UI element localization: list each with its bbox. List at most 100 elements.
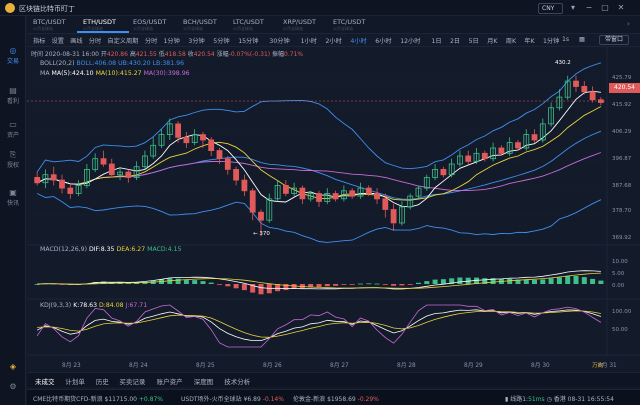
interval-label[interactable]: 1s bbox=[562, 36, 569, 43]
sidebar-item-auth[interactable]: ⎘ 授权 bbox=[0, 150, 26, 172]
toolbar-item[interactable]: 2小时 bbox=[326, 36, 342, 45]
toolbar-item[interactable]: 画线 bbox=[70, 36, 82, 45]
toolbar-item[interactable]: 1日 bbox=[431, 36, 441, 45]
ma5-line bbox=[36, 90, 601, 208]
ticker-change: -0.29% bbox=[357, 396, 379, 403]
toolbar-item[interactable]: 1分钟 bbox=[164, 36, 180, 45]
minimize-icon[interactable]: − bbox=[584, 3, 594, 13]
chevron-right-icon[interactable]: › bbox=[627, 20, 630, 28]
currency-select[interactable]: CNY bbox=[538, 3, 563, 14]
pair-tab-etc[interactable]: ETC/USDT 火币全球站 bbox=[327, 17, 379, 33]
candle-body bbox=[50, 174, 57, 181]
boll-mid: BOLL:406.08 bbox=[76, 60, 117, 67]
toolbar-item[interactable]: 15分钟 bbox=[238, 36, 258, 45]
toolbar-item[interactable]: 自定义周期 bbox=[107, 36, 138, 45]
candle-body bbox=[249, 190, 256, 213]
toolbar-item[interactable]: 5日 bbox=[469, 36, 479, 45]
layout-icon[interactable]: ▦ bbox=[579, 36, 585, 43]
bottom-tab[interactable]: 历史 bbox=[96, 376, 109, 386]
pair-tab-ltc[interactable]: LTC/USDT 火币全球站 bbox=[227, 17, 279, 33]
sidebar-item-asset[interactable]: ▭ 资产 bbox=[0, 120, 26, 142]
bottom-tab[interactable]: 未成交 bbox=[35, 376, 55, 386]
bottom-tab[interactable]: 账户资产 bbox=[157, 376, 183, 386]
ma30-line bbox=[36, 152, 602, 192]
kline-chart[interactable] bbox=[27, 47, 640, 369]
info-high: 421.55 bbox=[135, 51, 157, 58]
ma30-value: MA(30):398.96 bbox=[143, 70, 190, 77]
pair-tab-eos[interactable]: EOS/USDT 火币全球站 bbox=[127, 17, 179, 33]
bottom-tabs: 未成交 计划单 历史 买卖记录 账户资产 深度图 技术分析 bbox=[27, 372, 640, 387]
toolbar-item[interactable]: 1小时 bbox=[301, 36, 317, 45]
macd-bar bbox=[324, 284, 330, 287]
k-value: K:78.63 bbox=[73, 302, 98, 309]
close-icon[interactable]: ✕ bbox=[616, 3, 626, 13]
candle-body bbox=[175, 123, 182, 138]
candle-body bbox=[67, 187, 74, 194]
toolbar-item[interactable]: 2日 bbox=[450, 36, 460, 45]
pair-tab-btc[interactable]: BTC/USDT 火币全球站 bbox=[27, 17, 79, 33]
bottom-tab[interactable]: 技术分析 bbox=[224, 376, 250, 386]
draw-window-button[interactable]: 带窗口 bbox=[599, 35, 629, 45]
toolbar-item[interactable]: 分时 bbox=[89, 36, 101, 45]
toolbar-item[interactable]: 6小时 bbox=[375, 36, 391, 45]
kdj-tick: 50.00 bbox=[612, 327, 628, 333]
macd-bar bbox=[382, 284, 388, 285]
macd-bar bbox=[540, 279, 546, 284]
macd-bar bbox=[424, 281, 430, 284]
toolbar-item[interactable]: 3分钟 bbox=[188, 36, 204, 45]
x-tick: 8月 25 bbox=[196, 363, 215, 369]
j-line bbox=[36, 304, 602, 348]
pair-tabs: BTC/USDT 火币全球站 ETH/USDT 火币全球站 EOS/USDT 火币全球站 B… bbox=[27, 16, 640, 34]
y-tick: 406.29 bbox=[612, 129, 632, 135]
toolbar-item[interactable]: 1分钟 bbox=[543, 36, 559, 45]
maximize-icon[interactable]: ▢ bbox=[600, 3, 610, 13]
toolbar-item[interactable]: 30分钟 bbox=[269, 36, 289, 45]
bottom-tab[interactable]: 买卖记录 bbox=[119, 376, 145, 386]
bottom-tab[interactable]: 深度图 bbox=[194, 376, 214, 386]
alert-icon[interactable]: ◈ bbox=[0, 362, 26, 376]
y-tick: 369.92 bbox=[612, 235, 632, 241]
toolbar-item[interactable]: 月K bbox=[487, 36, 497, 45]
pair-tab-bch[interactable]: BCH/USDT 火币全球站 bbox=[177, 17, 229, 33]
ma-label: MA bbox=[40, 70, 50, 77]
toolbar-item[interactable]: 年K bbox=[524, 36, 534, 45]
app-window: 区块链比特币盯丁 CNY ▾ − ▢ ✕ ◎ 交易 ▤ 看利 ▭ 资产 ⎘ 授权… bbox=[0, 0, 640, 405]
title-bar: 区块链比特币盯丁 CNY ▾ − ▢ ✕ bbox=[0, 0, 640, 16]
sidebar-item-news[interactable]: ▣ 快讯 bbox=[0, 188, 26, 210]
candle-body bbox=[299, 187, 306, 200]
candle-body bbox=[481, 152, 488, 160]
ma10-line bbox=[36, 106, 602, 201]
toolbar-item[interactable]: 周K bbox=[506, 36, 516, 45]
kdj-tick: 100.00 bbox=[612, 309, 632, 315]
macd-value: MACD:4.15 bbox=[147, 246, 182, 253]
toolbar-item[interactable]: 指标 bbox=[33, 36, 45, 45]
macd-bar bbox=[333, 284, 339, 286]
pair-tab-eth[interactable]: ETH/USDT 火币全球站 bbox=[77, 17, 129, 33]
ticker-label: CME比特币期货CFD-新浪 bbox=[33, 396, 103, 403]
chevron-down-icon[interactable]: ▾ bbox=[568, 3, 578, 13]
kdj-label: KDJ(9,3,3) bbox=[40, 302, 72, 309]
toolbar-item[interactable]: 设置 bbox=[52, 36, 64, 45]
sidebar-item-profit[interactable]: ▤ 看利 bbox=[0, 86, 26, 108]
bottom-tab[interactable]: 计划单 bbox=[65, 376, 85, 386]
candle-body bbox=[349, 190, 356, 197]
candle-body bbox=[465, 155, 472, 162]
pair-exchange: 火币全球站 bbox=[183, 26, 203, 31]
toolbar-item[interactable]: 12小时 bbox=[400, 36, 420, 45]
sidebar-item-trade[interactable]: ◎ 交易 bbox=[0, 46, 26, 68]
pair-exchange: 火币全球站 bbox=[133, 26, 153, 31]
high-annotation: 430.2 bbox=[555, 60, 571, 66]
toolbar-item[interactable]: 4小时 bbox=[350, 36, 366, 45]
k-line bbox=[36, 309, 602, 342]
clock-icon: ◷ bbox=[546, 396, 554, 403]
pair-name: ETC/USDT bbox=[333, 18, 366, 26]
toolbar-item[interactable]: 5分钟 bbox=[213, 36, 229, 45]
macd-bar bbox=[598, 280, 604, 284]
pair-tab-xrp[interactable]: XRP/USDT 火币全球站 bbox=[277, 17, 329, 33]
candle-body bbox=[241, 179, 248, 192]
settings-icon[interactable]: ⚙ bbox=[0, 382, 26, 396]
toolbar-item[interactable]: 分时 bbox=[145, 36, 157, 45]
candle-body bbox=[100, 158, 107, 165]
candle-body bbox=[498, 147, 505, 154]
candle-body bbox=[573, 80, 579, 87]
